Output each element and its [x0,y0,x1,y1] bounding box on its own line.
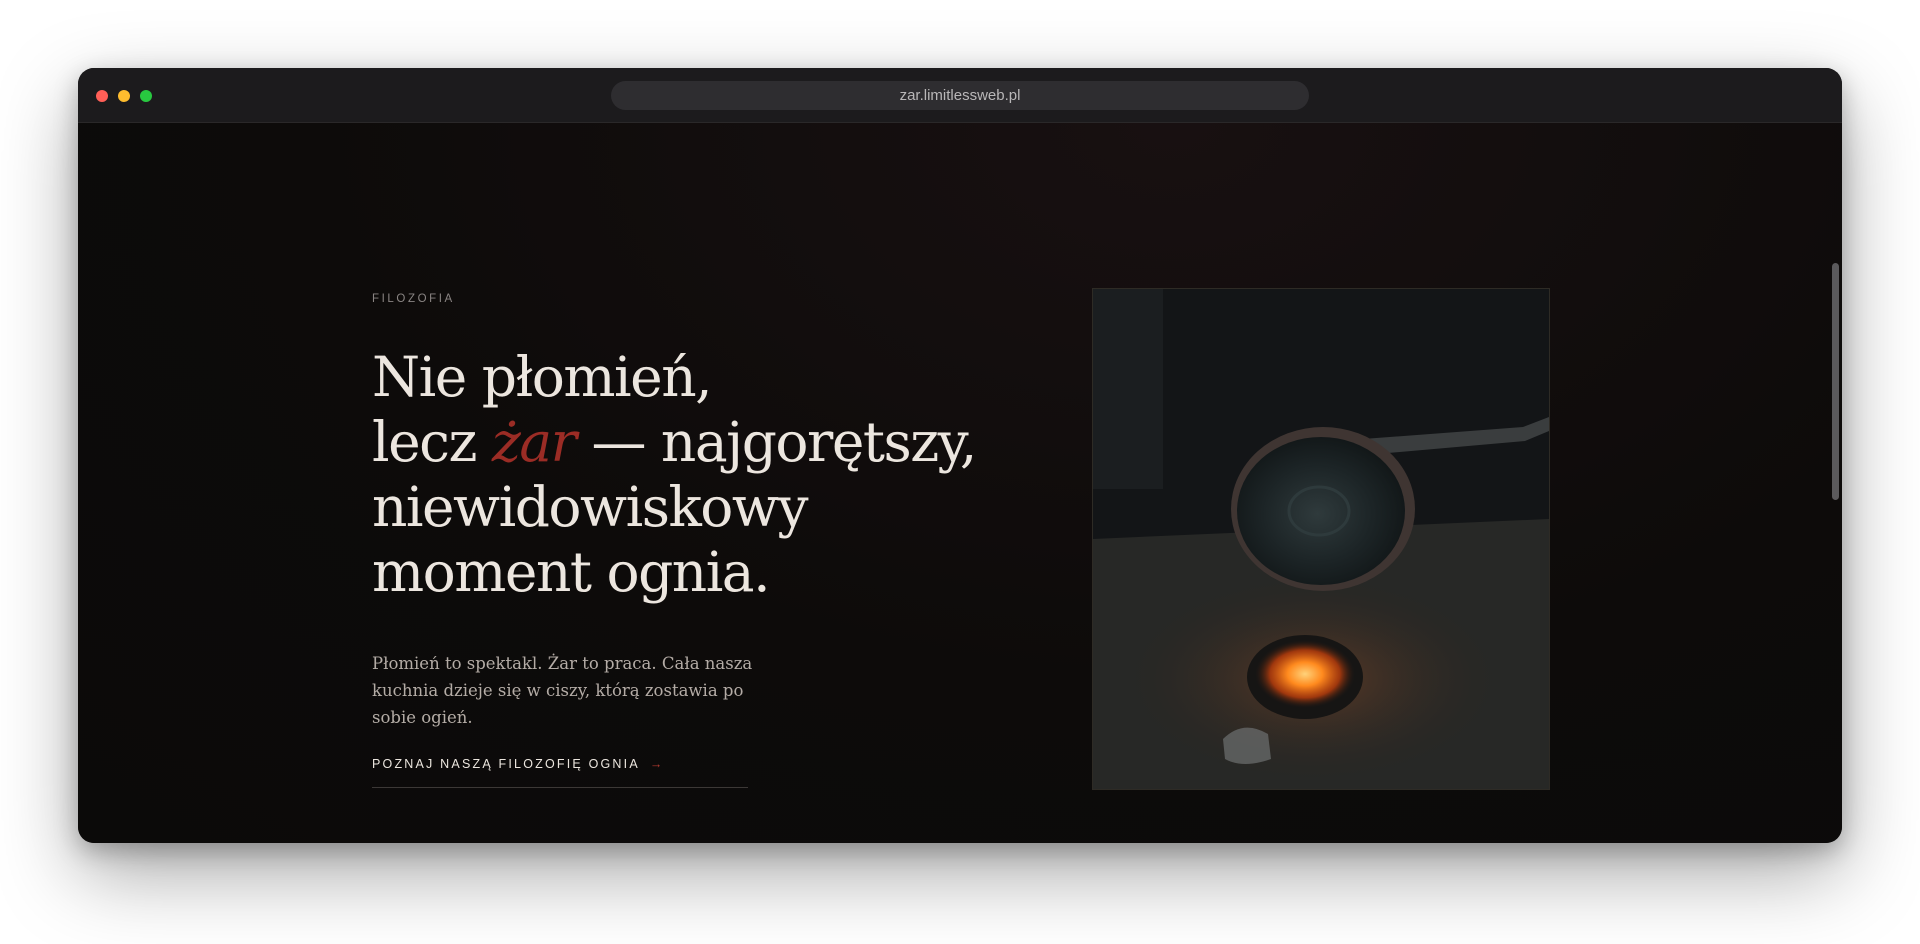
close-window-button[interactable] [96,90,108,102]
ember-hearth-photo [1092,288,1550,790]
philosophy-cta-link[interactable]: POZNAJ NASZĄ FILOZOFIĘ OGNIA → [372,757,748,788]
browser-titlebar: zar.limitlessweb.pl [78,68,1842,123]
ember-hearth-illustration [1093,289,1549,789]
headline-line-3: niewidowiskowy [372,475,809,539]
headline-line-2-end: — najgorętszy, [575,410,977,474]
pan-face [1237,437,1405,585]
wall-pillar [1093,289,1163,489]
headline-line-2-start: lecz [372,410,492,474]
arrow-right-icon: → [649,757,663,771]
page-content: FILOZOFIA Nie płomień, lecz żar — najgor… [78,123,1842,843]
scrollbar-thumb[interactable] [1832,263,1839,500]
minimize-window-button[interactable] [118,90,130,102]
section-eyebrow: FILOZOFIA [372,293,455,305]
maximize-window-button[interactable] [140,90,152,102]
ember-glow [1255,640,1355,708]
headline-line-4: moment ognia. [372,540,771,604]
headline-accent-word: żar [491,410,577,474]
headline-line-1: Nie płomień, [372,345,713,409]
section-body-text: Płomień to spektakl. Żar to praca. Cała … [372,654,753,727]
address-bar[interactable]: zar.limitlessweb.pl [611,81,1309,110]
page-scrollbar[interactable] [1828,123,1842,843]
browser-window: zar.limitlessweb.pl FILOZOFIA Nie płomie… [78,68,1842,843]
section-headline: Nie płomień, lecz żar — najgorętszy, nie… [372,345,992,605]
cta-label: POZNAJ NASZĄ FILOZOFIĘ OGNIA [372,757,640,771]
